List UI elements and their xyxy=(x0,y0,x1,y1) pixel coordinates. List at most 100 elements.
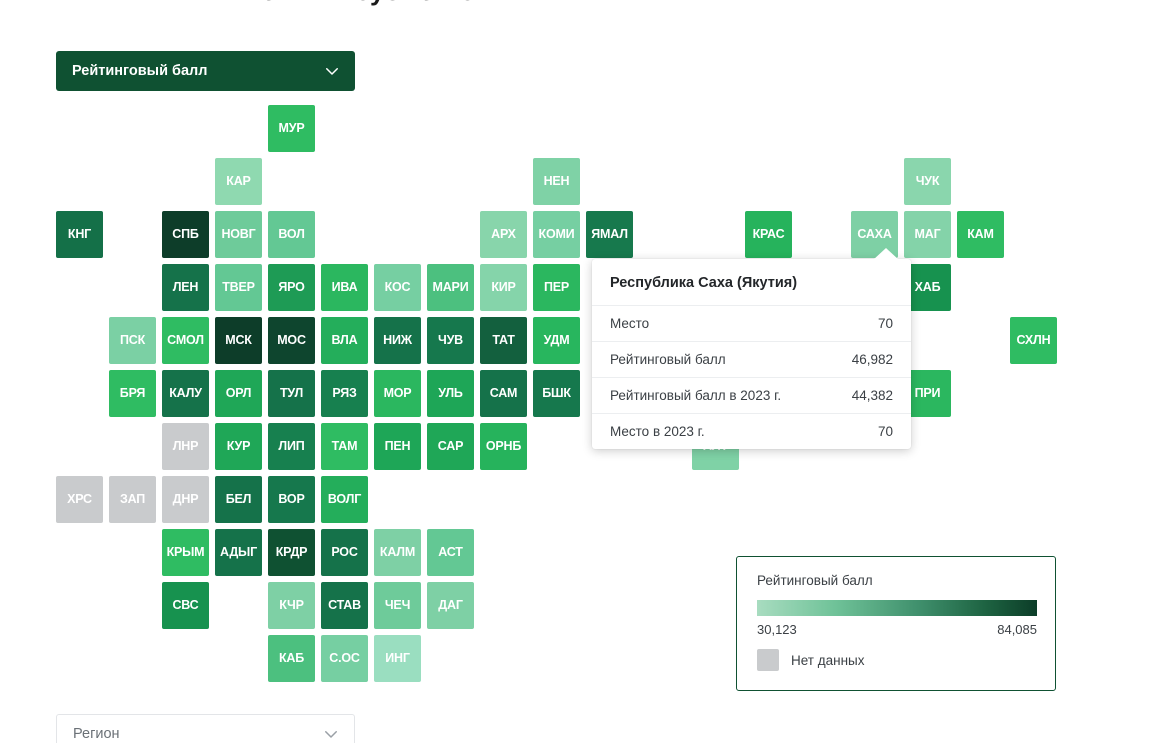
region-tooltip: Республика Саха (Якутия) Место 70 Рейтинго… xyxy=(592,248,911,449)
map-tile-САР[interactable]: САР xyxy=(427,423,474,470)
map-tile-БЕЛ[interactable]: БЕЛ xyxy=(215,476,262,523)
map-tile-label: ВОЛ xyxy=(278,227,305,242)
map-tile-label: КНГ xyxy=(67,227,92,242)
map-tile-КРЫМ[interactable]: КРЫМ xyxy=(162,529,209,576)
tooltip-rows: Место 70 Рейтинговый балл 46,982 Рейтинговый… xyxy=(592,306,911,449)
map-tile-label: РОС xyxy=(331,545,358,560)
map-tile-label: ЧЕЧ xyxy=(384,598,411,613)
map-tile-label: ЛНР xyxy=(172,439,199,454)
map-tile-КЧР[interactable]: КЧР xyxy=(268,582,315,629)
legend-nodata: Нет данных xyxy=(757,649,1035,671)
map-tile-НИЖ[interactable]: НИЖ xyxy=(374,317,421,364)
map-tile-ТУЛ[interactable]: ТУЛ xyxy=(268,370,315,417)
map-tile-ХАБ[interactable]: ХАБ xyxy=(904,264,951,311)
map-tile-ЗАП[interactable]: ЗАП xyxy=(109,476,156,523)
region-dropdown[interactable]: Регион xyxy=(56,714,355,743)
region-dropdown-placeholder: Регион xyxy=(73,726,120,742)
chevron-down-icon xyxy=(326,68,338,75)
map-tile-ИНГ[interactable]: ИНГ xyxy=(374,635,421,682)
map-tile-ВОЛ[interactable]: ВОЛ xyxy=(268,211,315,258)
map-tile-РОС[interactable]: РОС xyxy=(321,529,368,576)
map-tile-ХРС[interactable]: ХРС xyxy=(56,476,103,523)
map-tile-label: НЕН xyxy=(543,174,570,189)
map-tile-ПРИ[interactable]: ПРИ xyxy=(904,370,951,417)
map-tile-МОР[interactable]: МОР xyxy=(374,370,421,417)
map-tile-ИВА[interactable]: ИВА xyxy=(321,264,368,311)
map-tile-label: ХРС xyxy=(67,492,92,507)
map-tile-ТАТ[interactable]: ТАТ xyxy=(480,317,527,364)
map-tile-ЧУК[interactable]: ЧУК xyxy=(904,158,951,205)
map-tile-ЛНР[interactable]: ЛНР xyxy=(162,423,209,470)
map-tile-label: ТАТ xyxy=(492,333,515,348)
map-tile-АДЫГ[interactable]: АДЫГ xyxy=(215,529,262,576)
map-tile-ПСК[interactable]: ПСК xyxy=(109,317,156,364)
map-tile-label: КЧР xyxy=(279,598,304,613)
map-tile-КРАС[interactable]: КРАС xyxy=(745,211,792,258)
map-tile-УДМ[interactable]: УДМ xyxy=(533,317,580,364)
map-tile-label: МОР xyxy=(383,386,412,401)
map-tile-ПЕН[interactable]: ПЕН xyxy=(374,423,421,470)
map-tile-ТВЕР[interactable]: ТВЕР xyxy=(215,264,262,311)
map-tile-label: ЗАП xyxy=(119,492,146,507)
map-tile-КОС[interactable]: КОС xyxy=(374,264,421,311)
tooltip-row-key: Место xyxy=(610,316,650,331)
map-tile-ЛЕН[interactable]: ЛЕН xyxy=(162,264,209,311)
map-tile-ОРНБ[interactable]: ОРНБ xyxy=(480,423,527,470)
map-tile-НЕН[interactable]: НЕН xyxy=(533,158,580,205)
map-tile-МУР[interactable]: МУР xyxy=(268,105,315,152)
map-tile-КНГ[interactable]: КНГ xyxy=(56,211,103,258)
tooltip-row: Место 70 xyxy=(592,306,911,342)
map-tile-СХЛН[interactable]: СХЛН xyxy=(1010,317,1057,364)
map-tile-СВС[interactable]: СВС xyxy=(162,582,209,629)
map-tile-ЯМАЛ[interactable]: ЯМАЛ xyxy=(586,211,633,258)
map-tile-УЛЬ[interactable]: УЛЬ xyxy=(427,370,474,417)
map-tile-КОМИ[interactable]: КОМИ xyxy=(533,211,580,258)
map-tile-ВЛА[interactable]: ВЛА xyxy=(321,317,368,364)
map-tile-label: КОС xyxy=(384,280,411,295)
map-tile-РЯЗ[interactable]: РЯЗ xyxy=(321,370,368,417)
map-tile-label: ПЕН xyxy=(384,439,411,454)
map-tile-ДАГ[interactable]: ДАГ xyxy=(427,582,474,629)
map-tile-МСК[interactable]: МСК xyxy=(215,317,262,364)
map-tile-КАР[interactable]: КАР xyxy=(215,158,262,205)
map-tile-КУР[interactable]: КУР xyxy=(215,423,262,470)
map-tile-БШК[interactable]: БШК xyxy=(533,370,580,417)
map-tile-НОВГ[interactable]: НОВГ xyxy=(215,211,262,258)
map-tile-КРДР[interactable]: КРДР xyxy=(268,529,315,576)
legend-min-value: 30,123 xyxy=(757,622,797,637)
map-tile-КИР[interactable]: КИР xyxy=(480,264,527,311)
map-tile-МАГ[interactable]: МАГ xyxy=(904,211,951,258)
map-tile-СТАВ[interactable]: СТАВ xyxy=(321,582,368,629)
map-tile-ВОЛГ[interactable]: ВОЛГ xyxy=(321,476,368,523)
map-tile-ЛИП[interactable]: ЛИП xyxy=(268,423,315,470)
map-tile-КАБ[interactable]: КАБ xyxy=(268,635,315,682)
map-tile-СМОЛ[interactable]: СМОЛ xyxy=(162,317,209,364)
map-tile-КАЛМ[interactable]: КАЛМ xyxy=(374,529,421,576)
map-tile-АРХ[interactable]: АРХ xyxy=(480,211,527,258)
map-tile-ОРЛ[interactable]: ОРЛ xyxy=(215,370,262,417)
map-tile-СПБ[interactable]: СПБ xyxy=(162,211,209,258)
map-tile-ДНР[interactable]: ДНР xyxy=(162,476,209,523)
map-tile-САМ[interactable]: САМ xyxy=(480,370,527,417)
metric-dropdown[interactable]: Рейтинговый балл xyxy=(56,51,355,91)
map-tile-КАЛУ[interactable]: КАЛУ xyxy=(162,370,209,417)
map-tile-ВОР[interactable]: ВОР xyxy=(268,476,315,523)
map-tile-ЯРО[interactable]: ЯРО xyxy=(268,264,315,311)
map-tile-АСТ[interactable]: АСТ xyxy=(427,529,474,576)
map-tile-ПЕР[interactable]: ПЕР xyxy=(533,264,580,311)
map-tile-КАМ[interactable]: КАМ xyxy=(957,211,1004,258)
map-tile-label: КАБ xyxy=(278,651,305,666)
map-tile-label: АСТ xyxy=(438,545,463,560)
chevron-down-icon xyxy=(325,731,337,738)
tooltip-row-value: 46,982 xyxy=(851,352,893,367)
map-tile-ЧЕЧ[interactable]: ЧЕЧ xyxy=(374,582,421,629)
map-tile-С.ОС[interactable]: С.ОС xyxy=(321,635,368,682)
map-tile-ЧУВ[interactable]: ЧУВ xyxy=(427,317,474,364)
map-tile-ТАМ[interactable]: ТАМ xyxy=(321,423,368,470)
map-tile-МАРИ[interactable]: МАРИ xyxy=(427,264,474,311)
map-tile-БРЯ[interactable]: БРЯ xyxy=(109,370,156,417)
map-tile-label: УДМ xyxy=(543,333,570,348)
map-tile-label: БШК xyxy=(542,386,571,401)
map-tile-МОС[interactable]: МОС xyxy=(268,317,315,364)
map-tile-label: КРЫМ xyxy=(166,545,205,560)
